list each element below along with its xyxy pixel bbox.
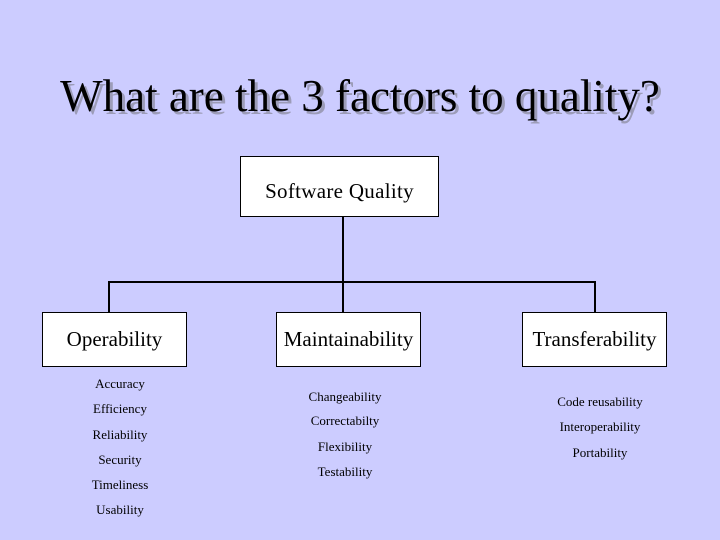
subfactor-item: Accuracy bbox=[95, 376, 145, 391]
subfactor-item: Flexibility bbox=[317, 439, 373, 454]
subfactor-item: Efficiency bbox=[93, 401, 147, 416]
slide-title: What are the 3 factors to quality? bbox=[60, 71, 660, 121]
factor-node-transferability: Transferability bbox=[522, 312, 667, 367]
connector-stem bbox=[342, 216, 344, 312]
factor-label: Maintainability bbox=[283, 327, 414, 351]
subfactor-item: Correctabilty bbox=[310, 413, 380, 428]
subfactor-item: Portability bbox=[572, 445, 628, 460]
subfactor-item: Code reusability bbox=[557, 394, 643, 409]
subfactor-item: Usability bbox=[96, 502, 144, 517]
subfactor-item: Changeability bbox=[308, 389, 382, 404]
subfactor-item: Timeliness bbox=[91, 477, 149, 492]
root-node-label: Software Quality bbox=[265, 179, 414, 203]
subfactor-item: Security bbox=[98, 452, 142, 467]
factor-label: Operability bbox=[66, 327, 163, 351]
connector-crossbar bbox=[108, 281, 596, 283]
root-node-software-quality: Software Quality bbox=[240, 156, 439, 217]
subfactor-item: Testability bbox=[317, 464, 373, 479]
factor-node-maintainability: Maintainability bbox=[276, 312, 421, 367]
connector-drop-operability bbox=[108, 281, 110, 312]
subfactor-item: Interoperability bbox=[559, 419, 641, 434]
subfactor-item: Reliability bbox=[92, 427, 148, 442]
factor-node-operability: Operability bbox=[42, 312, 187, 367]
factor-label: Transferability bbox=[532, 327, 657, 351]
